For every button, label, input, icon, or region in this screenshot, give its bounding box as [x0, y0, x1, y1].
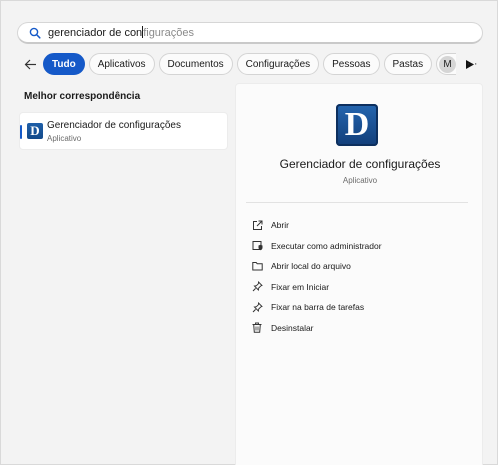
action-label: Fixar em Iniciar [271, 281, 330, 292]
action-open-file-location[interactable]: Abrir local do arquivo [252, 256, 472, 277]
result-name: Gerenciador de configurações [47, 120, 181, 131]
detail-app-name: Gerenciador de configurações [279, 157, 441, 171]
filter-chip-documentos[interactable]: Documentos [158, 53, 233, 75]
start-search-window: gerenciador de configurações Tudo Aplica… [0, 0, 498, 465]
pin-icon [252, 280, 270, 294]
action-label: Fixar na barra de tarefas [271, 302, 365, 313]
divider [246, 202, 468, 203]
details-pane: D Gerenciador de configurações Aplicativ… [235, 83, 483, 465]
filter-bar: Tudo Aplicativos Documentos Configuraçõe… [17, 53, 483, 75]
back-arrow-icon[interactable] [17, 53, 43, 75]
app-icon-large: D [336, 104, 378, 146]
search-typed-text: gerenciador de con [48, 27, 143, 39]
filter-chip-pessoas[interactable]: Pessoas [323, 53, 380, 75]
detail-app-type: Aplicativo [342, 176, 378, 185]
action-label: Executar como administrador [271, 240, 382, 251]
action-label: Desinstalar [271, 322, 314, 333]
best-match-result[interactable]: D Gerenciador de configurações Aplicativ… [19, 112, 228, 150]
search-suggestion-text: figurações [143, 27, 194, 39]
more-options-icon[interactable]: ··· [463, 55, 481, 73]
open-icon [252, 218, 270, 232]
action-label: Abrir [271, 220, 289, 231]
action-uninstall[interactable]: Desinstalar [252, 318, 472, 339]
action-pin-to-start[interactable]: Fixar em Iniciar [252, 277, 472, 298]
trash-icon [252, 321, 270, 335]
action-label: Abrir local do arquivo [271, 261, 351, 272]
filter-chip-tudo[interactable]: Tudo [43, 53, 85, 75]
selection-indicator [20, 125, 22, 139]
action-pin-to-taskbar[interactable]: Fixar na barra de tarefas [252, 297, 472, 318]
folder-icon [252, 259, 270, 273]
search-query: gerenciador de configurações [48, 26, 194, 39]
filter-chip-pastas[interactable]: Pastas [383, 53, 433, 75]
filter-chip-configuracoes[interactable]: Configurações [236, 53, 320, 75]
action-open[interactable]: Abrir [252, 215, 472, 236]
action-run-as-admin[interactable]: Executar como administrador [252, 236, 472, 257]
best-match-heading: Melhor correspondência [24, 91, 141, 102]
avatar[interactable]: M [439, 56, 456, 73]
app-icon: D [27, 123, 43, 139]
filter-chip-aplicativos[interactable]: Aplicativos [88, 53, 155, 75]
search-icon [22, 22, 48, 44]
shield-icon [252, 239, 270, 253]
action-list: Abrir Executar como administrador Abrir … [252, 215, 472, 338]
pin-icon [252, 300, 270, 314]
result-type: Aplicativo [47, 134, 82, 143]
search-input[interactable]: gerenciador de configurações [17, 22, 483, 44]
